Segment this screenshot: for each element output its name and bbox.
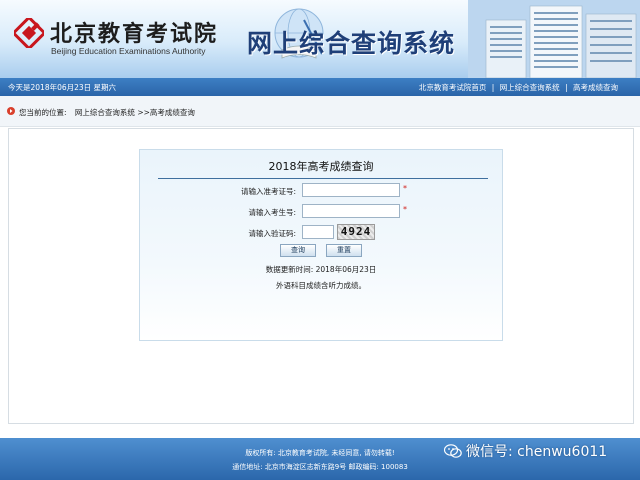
breadcrumb-item-score-query: >>高考成绩查询 bbox=[137, 108, 195, 117]
score-query-panel: 2018年高考成绩查询 请输入准考证号: * 请输入考生号: * 请输入验证码:… bbox=[139, 149, 503, 341]
listening-note: 外语科目成绩含听力成绩。 bbox=[276, 281, 366, 290]
address-text: 通信地址: 北京市海淀区志新东路9号 邮政编码: 100083 bbox=[232, 463, 408, 471]
site-title: 网上综合查询系统 bbox=[247, 29, 456, 58]
wechat-watermark: 微信号: chenwu6011 bbox=[444, 441, 607, 461]
admission-number-input[interactable] bbox=[302, 183, 400, 197]
building-illustration bbox=[468, 0, 640, 78]
current-date: 今天是2018年06月23日 星期六 bbox=[8, 83, 117, 92]
nav-separator: | bbox=[491, 83, 495, 92]
exam-authority-logo-icon bbox=[14, 18, 44, 48]
breadcrumb-bar: 您当前的位置: 网上综合查询系统 >>高考成绩查询 bbox=[0, 96, 640, 127]
captcha-input[interactable] bbox=[302, 225, 334, 239]
site-header: 北京教育考试院 Beijing Education Examinations A… bbox=[0, 0, 640, 78]
required-mark: * bbox=[403, 184, 407, 193]
breadcrumb: 您当前的位置: 网上综合查询系统 >>高考成绩查询 bbox=[19, 107, 195, 118]
nav-link-query-system[interactable]: 网上综合查询系统 bbox=[500, 83, 560, 92]
top-nav-bar: 今天是2018年06月23日 星期六 北京教育考试院首页 | 网上综合查询系统 … bbox=[0, 78, 640, 96]
form-title: 2018年高考成绩查询 bbox=[268, 160, 374, 173]
title-divider bbox=[158, 178, 488, 179]
admission-number-label: 请输入准考证号: bbox=[240, 187, 296, 196]
captcha-label: 请输入验证码: bbox=[248, 229, 296, 238]
org-name-cn: 北京教育考试院 bbox=[50, 21, 219, 47]
nav-link-home[interactable]: 北京教育考试院首页 bbox=[419, 83, 487, 92]
org-name-en: Beijing Education Examinations Authority bbox=[51, 46, 206, 56]
nav-separator: | bbox=[565, 83, 568, 92]
candidate-number-input[interactable] bbox=[302, 204, 400, 218]
candidate-number-label: 请输入考生号: bbox=[248, 208, 296, 217]
arrow-right-icon bbox=[7, 107, 15, 115]
update-time: 数据更新时间: 2018年06月23日 bbox=[265, 265, 377, 274]
breadcrumb-item-query-system[interactable]: 网上综合查询系统 bbox=[75, 108, 135, 117]
wechat-icon bbox=[444, 444, 462, 458]
wechat-id-text: 微信号: chenwu6011 bbox=[466, 444, 608, 460]
query-button[interactable]: 查询 bbox=[280, 244, 316, 257]
breadcrumb-prefix: 您当前的位置: bbox=[19, 108, 67, 117]
nav-link-score-query[interactable]: 高考成绩查询 bbox=[573, 83, 618, 92]
reset-button[interactable]: 重置 bbox=[326, 244, 362, 257]
required-mark: * bbox=[403, 205, 407, 214]
top-nav-links: 北京教育考试院首页 | 网上综合查询系统 | 高考成绩查询 bbox=[419, 82, 618, 93]
captcha-image[interactable]: 4924 bbox=[337, 224, 375, 240]
